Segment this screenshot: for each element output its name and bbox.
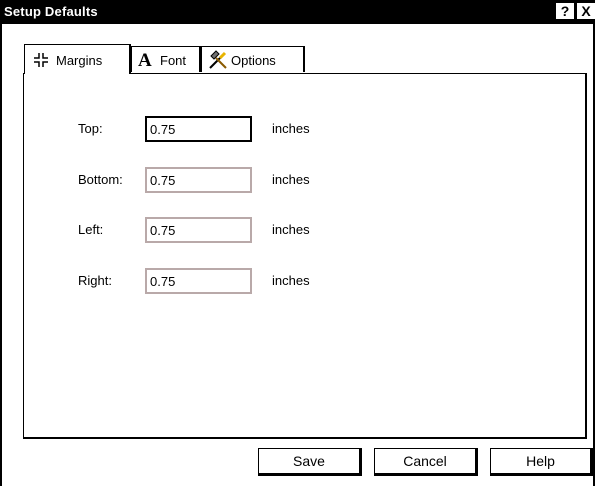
help-button[interactable]: Help — [490, 448, 593, 476]
setup-defaults-dialog: Setup Defaults ? X Margins A Font Option… — [0, 0, 595, 486]
tab-font[interactable]: A Font — [131, 46, 201, 72]
tab-margins[interactable]: Margins — [24, 44, 131, 74]
selected-tab-join — [25, 72, 129, 75]
save-button[interactable]: Save — [258, 448, 362, 476]
close-button[interactable]: X — [577, 3, 595, 19]
margins-icon — [34, 53, 48, 67]
title-bar[interactable]: Setup Defaults ? X — [0, 0, 595, 24]
tab-options[interactable]: Options — [201, 46, 305, 72]
help-title-button[interactable]: ? — [556, 3, 574, 19]
tab-font-label: Font — [160, 53, 187, 68]
margins-panel — [23, 73, 587, 439]
tab-options-label: Options — [231, 53, 276, 68]
cancel-button[interactable]: Cancel — [374, 448, 478, 476]
window-title: Setup Defaults — [4, 4, 98, 19]
window-left-edge — [0, 24, 2, 486]
tab-margins-label: Margins — [56, 53, 103, 68]
tools-icon — [209, 50, 227, 69]
font-icon: A — [138, 50, 152, 71]
